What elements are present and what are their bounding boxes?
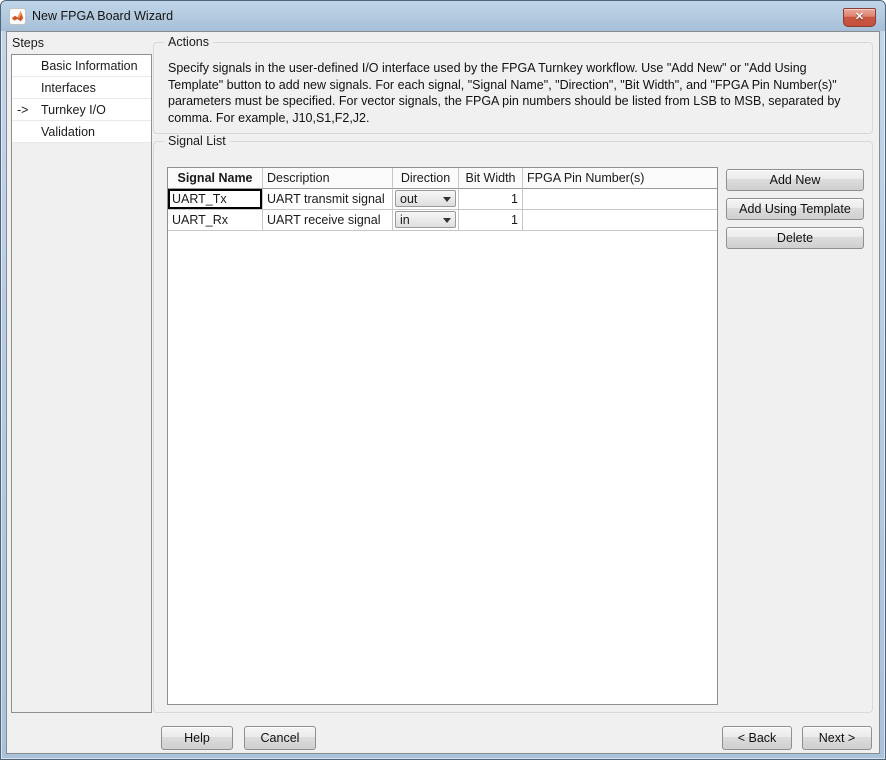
step-item-turnkey-io[interactable]: -> Turnkey I/O [12,99,151,121]
title-bar[interactable]: New FPGA Board Wizard ✕ [1,1,885,31]
signal-name-cell[interactable]: UART_Tx [168,189,263,210]
direction-value: in [400,213,410,227]
help-button[interactable]: Help [161,726,233,750]
step-label: Turnkey I/O [41,103,106,117]
current-step-marker: -> [17,103,29,117]
table-row: UART_Tx UART transmit signal out 1 [168,189,717,210]
step-item-validation[interactable]: Validation [12,121,151,143]
step-label: Basic Information [41,59,138,73]
window-title: New FPGA Board Wizard [32,9,174,23]
cancel-button[interactable]: Cancel [244,726,316,750]
matlab-icon [9,7,26,25]
signal-name-cell[interactable]: UART_Rx [168,210,263,231]
delete-button[interactable]: Delete [726,227,864,249]
add-using-template-button[interactable]: Add Using Template [726,198,864,220]
chevron-down-icon [443,218,451,223]
next-button[interactable]: Next > [802,726,872,750]
direction-cell: in [393,210,459,231]
dialog-client-area: Steps Basic Information Interfaces -> Tu… [6,31,880,754]
wizard-window: New FPGA Board Wizard ✕ Steps Basic Info… [0,0,886,760]
steps-list: Basic Information Interfaces -> Turnkey … [11,54,152,713]
column-header-direction[interactable]: Direction [393,168,459,189]
direction-cell: out [393,189,459,210]
direction-select[interactable]: in [395,211,456,228]
actions-description: Specify signals in the user-defined I/O … [168,61,841,125]
table-row: UART_Rx UART receive signal in 1 [168,210,717,231]
direction-value: out [400,192,418,206]
steps-heading: Steps [12,36,44,50]
column-header-description[interactable]: Description [263,168,393,189]
description-cell[interactable]: UART receive signal [263,210,393,231]
actions-groupbox: Actions Specify signals in the user-defi… [153,35,873,134]
step-item-basic-information[interactable]: Basic Information [12,55,151,77]
fpga-pins-cell[interactable] [523,189,717,210]
actions-heading: Actions [164,35,213,50]
bit-width-cell[interactable]: 1 [459,210,523,231]
signal-list-heading: Signal List [164,134,230,149]
chevron-down-icon [443,197,451,202]
direction-select[interactable]: out [395,190,456,207]
add-new-button[interactable]: Add New [726,169,864,191]
signal-table-header: Signal Name Description Direction Bit Wi… [168,168,717,189]
signal-list-groupbox: Signal List Signal Name Description Dire… [153,134,873,713]
step-label: Interfaces [41,81,96,95]
column-header-signal-name[interactable]: Signal Name [168,168,263,189]
fpga-pins-cell[interactable] [523,210,717,231]
step-item-interfaces[interactable]: Interfaces [12,77,151,99]
description-cell[interactable]: UART transmit signal [263,189,393,210]
step-label: Validation [41,125,95,139]
close-button[interactable]: ✕ [843,8,876,27]
back-button[interactable]: < Back [722,726,792,750]
signal-table: Signal Name Description Direction Bit Wi… [167,167,718,705]
column-header-bit-width[interactable]: Bit Width [459,168,523,189]
bit-width-cell[interactable]: 1 [459,189,523,210]
column-header-fpga-pins[interactable]: FPGA Pin Number(s) [523,168,717,189]
